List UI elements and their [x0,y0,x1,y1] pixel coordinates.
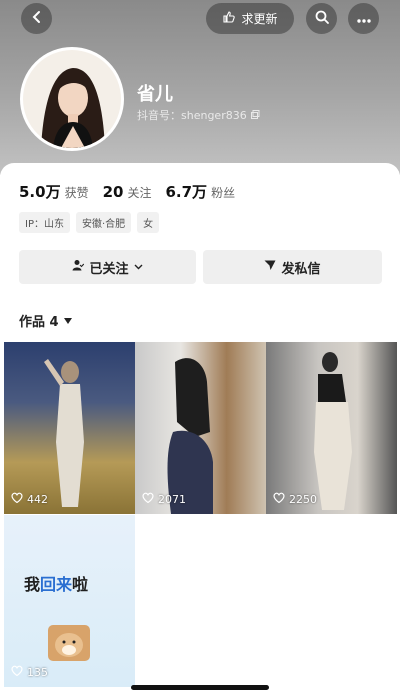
request-update-label: 求更新 [241,12,278,26]
heart-icon [142,492,154,506]
stat-followers[interactable]: 6.7万 粉丝 [165,181,235,202]
tag-ip-location: IP：山东 [19,212,70,233]
caption-part-2: 回来 [40,575,73,594]
more-button[interactable] [348,3,379,34]
caption-part-3: 啦 [72,575,89,594]
dog-image [48,625,90,661]
send-icon [264,259,276,275]
copy-icon[interactable] [250,109,260,122]
send-message-button[interactable]: 发私信 [203,250,382,284]
heart-icon [273,492,285,506]
stat-following-label: 关注 [127,186,152,200]
like-count: 135 [11,665,48,679]
stat-followers-label: 粉丝 [211,186,236,200]
followed-label: 已关注 [89,261,129,277]
tag-city: 安徽·合肥 [75,212,132,233]
request-update-button[interactable]: 求更新 [206,3,294,34]
thumbs-up-icon [222,10,236,27]
more-dots-icon [356,9,372,28]
like-count-text: 2071 [158,492,186,506]
video-thumbnail[interactable]: 442 [4,342,135,514]
stat-followers-value: 6.7万 [165,183,208,201]
stat-following-value: 20 [102,183,124,201]
avatar[interactable] [20,47,124,151]
tab-works[interactable]: 作品 4 [19,311,72,330]
profile-tags: IP：山东 安徽·合肥 女 [19,212,160,233]
user-check-icon [72,259,85,275]
like-count-text: 442 [27,492,48,506]
profile-header: 求更新 省儿 抖音号：shenger836 [0,0,400,175]
profile-card: 5.0万 获赞 20 关注 6.7万 粉丝 IP：山东 安徽·合肥 女 已关注 发私信… [0,163,400,697]
like-count-text: 135 [27,665,48,679]
like-count: 2071 [142,492,186,506]
douyin-id: 抖音号：shenger836 [137,107,260,123]
like-count: 2250 [273,492,317,506]
chevron-left-icon [30,9,44,28]
stat-likes[interactable]: 5.0万 获赞 [19,181,89,202]
search-icon [314,9,330,29]
video-thumbnail[interactable]: 2250 [266,342,397,514]
stat-following[interactable]: 20 关注 [103,183,152,201]
stat-likes-value: 5.0万 [19,183,61,201]
like-count: 442 [11,492,48,506]
like-count-text: 2250 [289,492,317,506]
thumbnail-caption: 我回来啦 [24,571,88,595]
tag-gender: 女 [137,212,160,233]
video-thumbnail[interactable]: 2071 [135,342,266,514]
caret-down-icon [63,313,72,328]
chevron-down-icon [134,260,143,275]
search-button[interactable] [306,3,337,34]
nickname: 省儿 [137,84,173,105]
stat-likes-label: 获赞 [64,186,89,200]
video-thumbnail[interactable]: 我回来啦 135 [4,515,135,687]
stats-row: 5.0万 获赞 20 关注 6.7万 粉丝 [19,181,235,202]
back-button[interactable] [21,3,52,34]
heart-icon [11,665,23,679]
heart-icon [11,492,23,506]
caption-part-1: 我 [24,575,41,594]
works-tab-label: 作品 4 [19,315,59,330]
send-message-label: 发私信 [281,261,321,277]
followed-button[interactable]: 已关注 [19,250,196,284]
douyin-id-text: 抖音号：shenger836 [137,109,247,122]
home-indicator [131,685,269,690]
